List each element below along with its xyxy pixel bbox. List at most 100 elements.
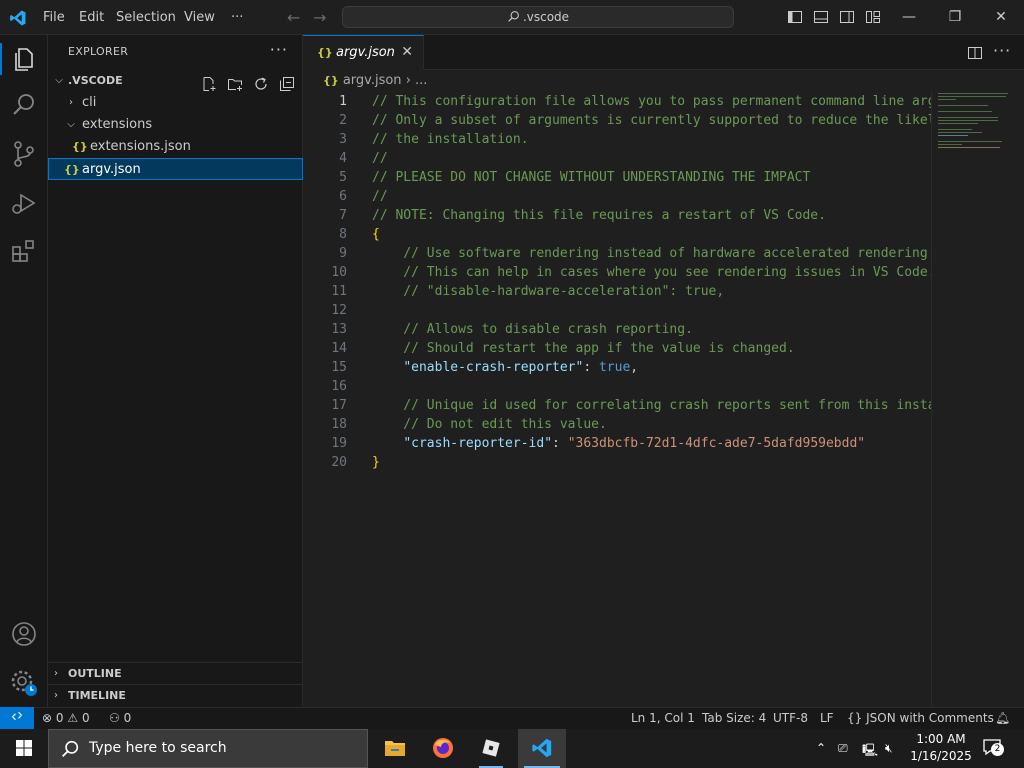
ports-status[interactable]: ⚇ 0	[109, 708, 131, 729]
manage-gear-icon[interactable]	[8, 667, 40, 699]
taskbar-file-explorer[interactable]	[371, 729, 419, 768]
breadcrumb: {} argv.json › ...	[323, 73, 427, 88]
line-number: 3	[339, 132, 347, 147]
cursor-position[interactable]: Ln 1, Col 1	[631, 708, 695, 729]
tray-overflow-chevron-up-icon[interactable]: ⌃	[816, 741, 826, 755]
new-folder-icon[interactable]	[227, 76, 243, 92]
taskbar-clock[interactable]: 1:00 AM 1/16/2025	[906, 731, 976, 765]
menu-view[interactable]: View	[184, 0, 215, 35]
tree-item-label: cli	[82, 95, 97, 110]
code-view[interactable]: 1 2 3 4 5 6 7 8 9 10 11 12 13 14 15 16 1…	[303, 92, 931, 512]
restore-button[interactable]: ❐	[932, 0, 978, 35]
menu-file[interactable]: File	[43, 0, 65, 35]
vscode-logo-icon	[10, 10, 26, 26]
breadcrumb-file[interactable]: argv.json	[343, 73, 402, 88]
code-line: "enable-crash-reporter": true,	[372, 358, 638, 377]
windows-taskbar: Type here to search ⌃ ⎚ 🖳︎ 🔇︎ 1:00 AM 1/…	[0, 729, 1024, 768]
menu-edit[interactable]: Edit	[79, 0, 104, 35]
forward-arrow-icon[interactable]: →	[313, 8, 326, 27]
warning-count: 0	[81, 711, 90, 725]
toggle-primary-sidebar-icon[interactable]	[787, 9, 803, 25]
error-icon: ⊗	[42, 711, 53, 725]
tab-close-icon[interactable]: ✕	[401, 44, 413, 60]
tree-item-extensions-folder[interactable]: ⌵ extensions	[48, 114, 303, 136]
minimap-line	[938, 117, 998, 118]
folder-root-vscode[interactable]: ⌵ .VSCODE	[48, 70, 303, 92]
error-count: 0	[55, 711, 64, 725]
code-line: // NOTE: Changing this file requires a r…	[372, 208, 826, 223]
code-line: // Only a subset of arguments is current…	[372, 113, 931, 128]
tray-volume-muted-icon[interactable]: 🔇︎	[885, 741, 893, 756]
menu-more[interactable]: ···	[231, 0, 243, 35]
windows-start-icon[interactable]	[0, 729, 48, 768]
tree-item-extensions-json[interactable]: {} extensions.json	[48, 136, 303, 158]
tree-item-cli[interactable]: › cli	[48, 92, 303, 114]
taskbar-vscode[interactable]	[518, 729, 566, 768]
outline-label: OUTLINE	[68, 667, 122, 680]
problems-status[interactable]: ⊗ 0 ⚠ 0	[42, 708, 90, 729]
code-line: // Use software rendering instead of har…	[372, 246, 931, 261]
language-mode[interactable]: {} JSON with Comments	[847, 708, 994, 729]
collapse-all-icon[interactable]	[279, 76, 295, 92]
taskbar-roblox[interactable]	[467, 729, 515, 768]
tab-bar: {} argv.json ✕ ···	[303, 35, 1024, 70]
minimap[interactable]	[931, 91, 1011, 707]
tree-item-argv-json[interactable]: {} argv.json	[48, 158, 303, 180]
minimap-line	[938, 141, 1002, 142]
new-file-icon[interactable]	[201, 76, 217, 92]
minimap-line	[938, 120, 998, 121]
code-line: // PLEASE DO NOT CHANGE WITHOUT UNDERSTA…	[372, 170, 811, 185]
split-editor-icon[interactable]	[967, 45, 983, 61]
timeline-section[interactable]: › TIMELINE	[48, 684, 303, 706]
tray-network-warning-icon[interactable]: ⎚	[838, 741, 848, 756]
remote-icon	[12, 711, 22, 721]
explorer-icon[interactable]	[8, 43, 40, 75]
active-indicator	[0, 43, 2, 75]
source-control-icon[interactable]	[8, 138, 40, 170]
extensions-icon[interactable]	[8, 235, 40, 267]
command-center-search[interactable]: .vscode	[342, 6, 734, 28]
accounts-icon[interactable]	[8, 618, 40, 650]
json-colon: :	[583, 360, 599, 375]
line-number: 19	[331, 436, 347, 451]
close-window-button[interactable]: ✕	[978, 0, 1024, 35]
menu-selection[interactable]: Selection	[116, 0, 176, 35]
status-bar: ⊗ 0 ⚠ 0 ⚇ 0 Ln 1, Col 1 Tab Size: 4 UTF-…	[0, 707, 1024, 729]
firefox-icon	[433, 738, 453, 758]
refresh-icon[interactable]	[253, 76, 269, 92]
ports-count: 0	[123, 711, 132, 725]
code-line: // Do not edit this value.	[372, 417, 607, 432]
search-placeholder: Type here to search	[89, 740, 227, 756]
taskbar-firefox[interactable]	[419, 729, 467, 768]
notification-center-button[interactable]: 2	[982, 738, 1004, 758]
customize-layout-icon[interactable]	[865, 9, 881, 25]
back-arrow-icon[interactable]: ←	[287, 8, 300, 27]
minimize-button[interactable]: —	[886, 0, 932, 35]
command-center-text: .vscode	[522, 10, 570, 24]
line-number: 7	[339, 208, 347, 223]
search-icon	[508, 11, 519, 22]
taskbar-search-box[interactable]: Type here to search	[48, 729, 368, 768]
end-of-line[interactable]: LF	[820, 708, 834, 729]
line-number: 15	[331, 360, 347, 375]
explorer-more-button[interactable]: ···	[270, 40, 288, 59]
tray-network-icon[interactable]: 🖳︎	[862, 741, 878, 762]
toggle-secondary-sidebar-icon[interactable]	[839, 9, 855, 25]
code-line: }	[372, 455, 380, 470]
run-debug-icon[interactable]	[8, 187, 40, 219]
search-icon[interactable]	[8, 89, 40, 121]
breadcrumb-more[interactable]: › ...	[406, 73, 428, 88]
line-number: 8	[339, 227, 347, 242]
tab-size[interactable]: Tab Size: 4	[702, 708, 766, 729]
minimap-line	[938, 96, 1006, 97]
notifications-bell-icon[interactable]: 🔔︎	[995, 708, 1010, 729]
tab-argv-json[interactable]: {} argv.json ✕	[303, 35, 424, 70]
remote-indicator[interactable]	[0, 707, 34, 729]
minimap-line	[938, 147, 1000, 148]
outline-section[interactable]: › OUTLINE	[48, 662, 303, 684]
line-number: 16	[331, 379, 347, 394]
chevron-down-icon: ⌵	[55, 75, 63, 86]
editor-more-button[interactable]: ···	[993, 41, 1011, 60]
toggle-panel-icon[interactable]	[813, 9, 829, 25]
encoding[interactable]: UTF-8	[773, 708, 808, 729]
